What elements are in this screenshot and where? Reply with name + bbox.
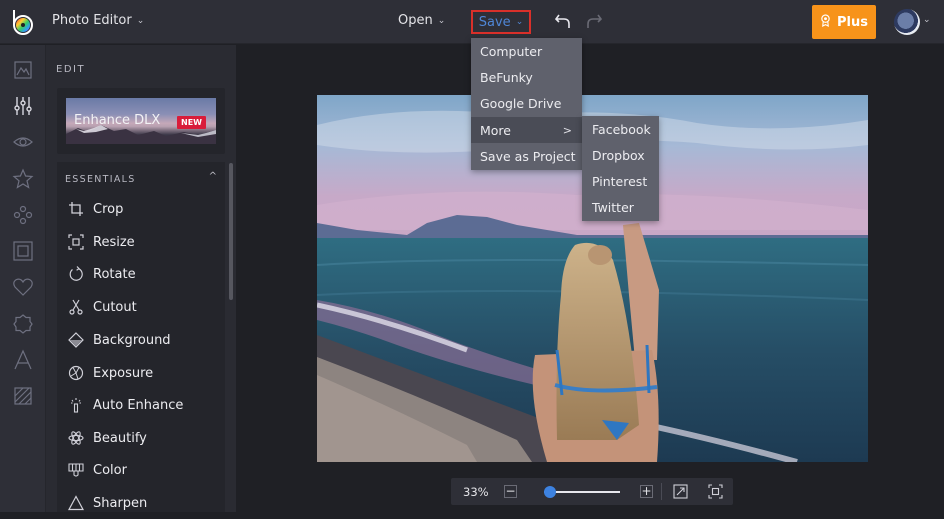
tool-cutout[interactable]: Cutout xyxy=(57,291,225,323)
heart-icon[interactable] xyxy=(12,276,34,298)
menu-item-label: BeFunky xyxy=(480,69,533,85)
tool-label: Cutout xyxy=(93,299,137,315)
zoom-slider-thumb[interactable] xyxy=(544,486,557,498)
exposure-icon xyxy=(68,365,84,381)
tool-label: Auto Enhance xyxy=(93,397,184,413)
save-to-google-drive[interactable]: Google Drive xyxy=(471,90,582,116)
app-title: Photo Editor xyxy=(52,13,132,28)
tool-beautify[interactable]: Beautify xyxy=(57,422,225,454)
collapse-caret-icon[interactable]: ^ xyxy=(209,171,217,182)
zoom-percent: 33% xyxy=(463,485,489,499)
tool-background[interactable]: Background xyxy=(57,324,225,356)
text-icon[interactable] xyxy=(12,349,34,371)
tool-label: Crop xyxy=(93,201,124,217)
chevron-right-icon: > xyxy=(562,123,572,137)
menu-item-label: Pinterest xyxy=(592,173,648,189)
eye-icon[interactable] xyxy=(12,131,34,153)
befunky-logo-icon[interactable] xyxy=(11,9,35,35)
menu-item-label: Computer xyxy=(480,43,543,59)
panel-scrollbar[interactable] xyxy=(229,163,233,300)
save-button[interactable]: Save ⌄ xyxy=(471,10,531,34)
chevron-down-icon: ⌄ xyxy=(136,15,145,26)
tool-label: Beautify xyxy=(93,430,147,446)
tool-sharpen[interactable]: Sharpen xyxy=(57,487,225,519)
save-to-computer[interactable]: Computer xyxy=(471,38,582,64)
actual-size-icon[interactable] xyxy=(673,484,688,499)
magic-wand-icon xyxy=(68,397,84,413)
user-avatar[interactable] xyxy=(894,9,920,35)
app-menu-button[interactable]: Photo Editor ⌄ xyxy=(52,13,144,28)
category-rail xyxy=(0,45,46,512)
enhance-dlx-card[interactable]: Enhance DLX NEW xyxy=(57,88,225,154)
divider xyxy=(661,483,662,500)
menu-item-label: Dropbox xyxy=(592,147,645,163)
essentials-header[interactable]: ESSENTIALS xyxy=(65,174,136,185)
enhance-dlx-banner[interactable]: Enhance DLX NEW xyxy=(66,98,216,144)
tool-label: Sharpen xyxy=(93,495,148,511)
tool-label: Resize xyxy=(93,234,135,250)
save-to-pinterest[interactable]: Pinterest xyxy=(582,168,659,194)
menu-item-label: Save as Project xyxy=(480,148,576,164)
sliders-icon[interactable] xyxy=(12,95,34,117)
chevron-down-icon[interactable]: ⌄ xyxy=(923,15,931,25)
chevron-down-icon: ⌄ xyxy=(437,15,446,26)
save-as-project[interactable]: Save as Project xyxy=(471,143,582,169)
open-button[interactable]: Open ⌄ xyxy=(398,13,445,28)
tool-label: Exposure xyxy=(93,365,154,381)
frame-icon[interactable] xyxy=(12,240,34,262)
tool-exposure[interactable]: Exposure xyxy=(57,357,225,389)
crop-icon xyxy=(68,201,84,217)
menu-item-label: Facebook xyxy=(592,121,651,137)
tool-label: Color xyxy=(93,462,127,478)
plus-label: Plus xyxy=(837,14,868,30)
new-badge: NEW xyxy=(177,116,206,129)
open-label: Open xyxy=(398,13,433,28)
chevron-down-icon: ⌄ xyxy=(515,17,524,27)
edit-panel: EDIT Enhance DLX NEW ESSENTIALS ^ Crop R… xyxy=(46,45,236,512)
sharpen-icon xyxy=(67,495,85,511)
zoom-out-button[interactable]: − xyxy=(504,485,517,498)
tool-rotate[interactable]: Rotate xyxy=(57,258,225,290)
section-title: EDIT xyxy=(56,64,86,75)
save-to-befunky[interactable]: BeFunky xyxy=(471,64,582,90)
background-icon xyxy=(68,332,84,348)
color-icon xyxy=(68,462,84,478)
menu-item-label: Twitter xyxy=(592,199,634,215)
enhance-dlx-title: Enhance DLX xyxy=(74,113,161,128)
beautify-icon xyxy=(68,430,84,446)
zoom-controls: 33% − + xyxy=(451,478,733,505)
fit-to-screen-icon[interactable] xyxy=(708,484,723,499)
zoom-in-button[interactable]: + xyxy=(640,485,653,498)
undo-icon[interactable] xyxy=(554,11,574,31)
save-to-dropbox[interactable]: Dropbox xyxy=(582,142,659,168)
tool-resize[interactable]: Resize xyxy=(57,226,225,258)
resize-icon xyxy=(68,234,84,250)
redo-icon[interactable] xyxy=(583,11,603,31)
save-label: Save xyxy=(478,14,511,30)
save-more[interactable]: More > xyxy=(471,117,582,143)
plus-upgrade-button[interactable]: Plus xyxy=(812,5,876,39)
tool-auto-enhance[interactable]: Auto Enhance xyxy=(57,389,225,421)
image-icon[interactable] xyxy=(12,59,34,81)
tool-crop[interactable]: Crop xyxy=(57,193,225,225)
essentials-section: ESSENTIALS ^ Crop Resize Rotate Cutout B… xyxy=(57,162,225,512)
tool-label: Rotate xyxy=(93,266,136,282)
save-to-twitter[interactable]: Twitter xyxy=(582,194,659,220)
graphics-icon[interactable] xyxy=(12,204,34,226)
tool-label: Background xyxy=(93,332,171,348)
scissors-icon xyxy=(68,299,84,315)
texture-icon[interactable] xyxy=(12,385,34,407)
more-submenu: Facebook Dropbox Pinterest Twitter xyxy=(582,116,659,221)
star-icon[interactable] xyxy=(12,168,34,190)
badge-icon[interactable] xyxy=(12,313,34,335)
award-icon xyxy=(820,13,831,31)
save-dropdown-menu: Computer BeFunky Google Drive More > Sav… xyxy=(471,38,582,170)
rotate-icon xyxy=(68,266,84,282)
tool-color[interactable]: Color xyxy=(57,454,225,486)
menu-item-label: Google Drive xyxy=(480,95,562,111)
save-to-facebook[interactable]: Facebook xyxy=(582,116,659,142)
menu-item-label: More xyxy=(480,122,511,138)
